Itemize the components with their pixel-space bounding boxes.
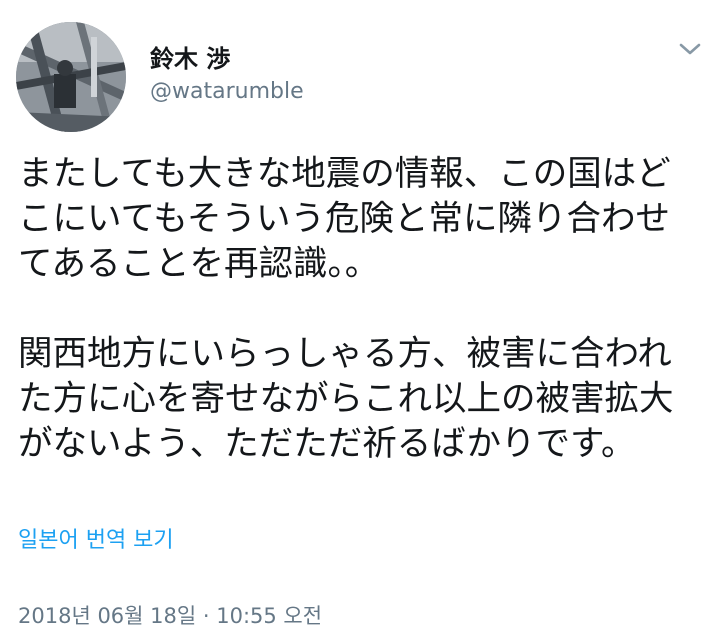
tweet-text-line: こにいてもそういう危険と常に隣り合わせ (18, 199, 671, 239)
tweet-text-line: がないよう、ただただ祈るばかりです。 (18, 424, 636, 464)
avatar-image (16, 22, 126, 132)
tweet-header: 鈴木 渉 @watarumble (0, 0, 720, 140)
tweet-text-line: てあることを再認識。。 (18, 244, 380, 284)
tweet-text-line: 関西地方にいらっしゃる方、被害に合われ (18, 334, 672, 374)
chevron-down-icon[interactable] (676, 38, 704, 60)
tweet-text-line: またしても大きな地震の情報、この国はど (18, 154, 671, 194)
tweet-timestamp[interactable]: 2018년 06월 18일 · 10:55 오전 (18, 602, 322, 630)
author-handle[interactable]: @watarumble (150, 78, 304, 106)
author-display-name[interactable]: 鈴木 渉 (150, 44, 230, 74)
translate-link[interactable]: 일본어 번역 보기 (18, 526, 174, 556)
tweet-text-line: た方に心を寄せながらこれ以上の被害拡大 (18, 379, 674, 419)
tweet-text: またしても大きな地震の情報、この国はど こにいてもそういう危険と常に隣り合わせ … (18, 152, 708, 467)
avatar[interactable] (16, 22, 126, 132)
